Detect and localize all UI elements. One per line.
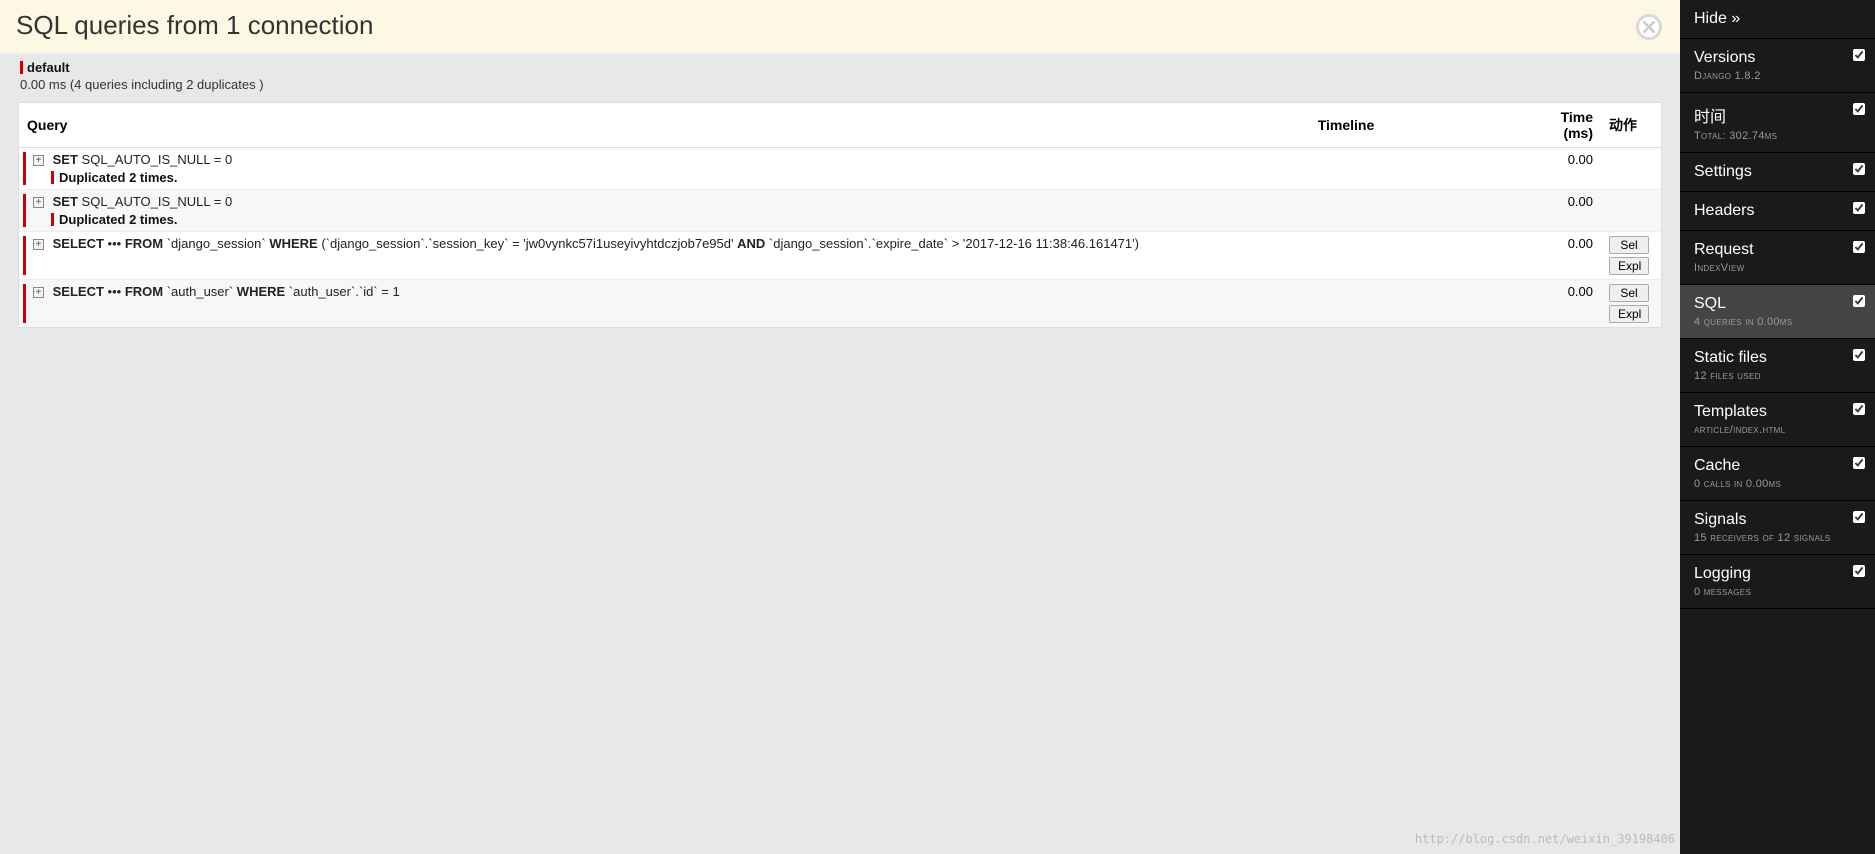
- sidebar-item-subtitle: IndexView: [1694, 262, 1861, 274]
- sidebar-item-subtitle: 4 queries in 0.00ms: [1694, 316, 1861, 328]
- sidebar-item-logging[interactable]: Logging 0 messages: [1680, 555, 1875, 609]
- panel-title: SQL queries from 1 connection: [16, 10, 1664, 41]
- sidebar-item-checkbox[interactable]: [1853, 295, 1865, 307]
- sidebar-item-settings[interactable]: Settings: [1680, 153, 1875, 192]
- sidebar-item-checkbox[interactable]: [1853, 349, 1865, 361]
- close-icon: [1643, 21, 1655, 33]
- duplicated-badge: Duplicated 2 times.: [51, 170, 1153, 185]
- timeline-cell: [1161, 232, 1531, 280]
- sidebar-item-checkbox[interactable]: [1853, 511, 1865, 523]
- debug-toolbar-sidebar: Hide » Versions Django 1.8.2 时间 Total: 302.7…: [1680, 0, 1875, 854]
- connection-summary: 0.00 ms (4 queries including 2 duplicate…: [20, 77, 1660, 92]
- timeline-cell: [1161, 148, 1531, 190]
- sidebar-item-checkbox[interactable]: [1853, 241, 1865, 253]
- sidebar-item-request[interactable]: Request IndexView: [1680, 231, 1875, 285]
- sidebar-item-subtitle: article/index.html: [1694, 424, 1861, 436]
- watermark: http://blog.csdn.net/weixin_39198406: [1415, 832, 1675, 846]
- table-row: + SELECT ••• FROM `auth_user` WHERE `aut…: [19, 280, 1661, 328]
- sql-text: SELECT ••• FROM `auth_user` WHERE `auth_…: [53, 284, 400, 299]
- sidebar-item-title: Request: [1694, 241, 1861, 259]
- status-bar: [23, 194, 26, 227]
- sel-button[interactable]: Sel: [1609, 236, 1649, 254]
- close-button[interactable]: [1636, 14, 1662, 40]
- status-bar: [23, 284, 26, 323]
- sidebar-item-checkbox[interactable]: [1853, 49, 1865, 61]
- sidebar-item-subtitle: Django 1.8.2: [1694, 70, 1861, 82]
- timeline-cell: [1161, 190, 1531, 232]
- sidebar-item-title: Settings: [1694, 163, 1861, 181]
- action-cell: [1601, 190, 1661, 232]
- sidebar-item-checkbox[interactable]: [1853, 403, 1865, 415]
- sidebar-item-headers[interactable]: Headers: [1680, 192, 1875, 231]
- sql-text: SET SQL_AUTO_IS_NULL = 0: [53, 152, 233, 167]
- col-query: Query: [19, 103, 1161, 148]
- table-row: + SELECT ••• FROM `django_session` WHERE…: [19, 232, 1661, 280]
- sidebar-item-sql[interactable]: SQL 4 queries in 0.00ms: [1680, 285, 1875, 339]
- sidebar-item-title: SQL: [1694, 295, 1861, 313]
- sidebar-item-subtitle: 15 receivers of 12 signals: [1694, 532, 1861, 544]
- col-time: Time (ms): [1531, 103, 1601, 148]
- sidebar-item-versions[interactable]: Versions Django 1.8.2: [1680, 39, 1875, 93]
- expl-button[interactable]: Expl: [1609, 305, 1649, 323]
- table-row: + SET SQL_AUTO_IS_NULL = 0 Duplicated 2 …: [19, 190, 1661, 232]
- sel-button[interactable]: Sel: [1609, 284, 1649, 302]
- sidebar-item-templates[interactable]: Templates article/index.html: [1680, 393, 1875, 447]
- expand-icon[interactable]: +: [33, 155, 44, 166]
- sql-table: Query Timeline Time (ms) 动作 + SET SQL_AU…: [18, 102, 1662, 328]
- sidebar-item-title: Headers: [1694, 202, 1861, 220]
- expl-button[interactable]: Expl: [1609, 257, 1649, 275]
- sidebar-item-cache[interactable]: Cache 0 calls in 0.00ms: [1680, 447, 1875, 501]
- time-cell: 0.00: [1531, 190, 1601, 232]
- sidebar-item-hide-[interactable]: Hide »: [1680, 0, 1875, 39]
- sidebar-item-subtitle: 0 calls in 0.00ms: [1694, 478, 1861, 490]
- sidebar-item-title: 时间: [1694, 103, 1861, 127]
- expand-icon[interactable]: +: [33, 239, 44, 250]
- sidebar-item-title: Logging: [1694, 565, 1861, 583]
- time-cell: 0.00: [1531, 148, 1601, 190]
- sidebar-item-title: Signals: [1694, 511, 1861, 529]
- expand-icon[interactable]: +: [33, 287, 44, 298]
- sidebar-item-checkbox[interactable]: [1853, 457, 1865, 469]
- expand-icon[interactable]: +: [33, 197, 44, 208]
- timeline-cell: [1161, 280, 1531, 328]
- sidebar-item-signals[interactable]: Signals 15 receivers of 12 signals: [1680, 501, 1875, 555]
- sidebar-item-checkbox[interactable]: [1853, 565, 1865, 577]
- sidebar-item-title: Templates: [1694, 403, 1861, 421]
- sidebar-item-static-files[interactable]: Static files 12 files used: [1680, 339, 1875, 393]
- duplicated-badge: Duplicated 2 times.: [51, 212, 1153, 227]
- sidebar-item-subtitle: 0 messages: [1694, 586, 1861, 598]
- col-action: 动作: [1601, 103, 1661, 148]
- time-cell: 0.00: [1531, 280, 1601, 328]
- status-bar: [23, 236, 26, 275]
- sidebar-item-subtitle: 12 files used: [1694, 370, 1861, 382]
- time-cell: 0.00: [1531, 232, 1601, 280]
- sidebar-item--[interactable]: 时间 Total: 302.74ms: [1680, 93, 1875, 153]
- sql-text: SELECT ••• FROM `django_session` WHERE (…: [53, 236, 1139, 251]
- sidebar-item-title: Versions: [1694, 49, 1861, 67]
- table-row: + SET SQL_AUTO_IS_NULL = 0 Duplicated 2 …: [19, 148, 1661, 190]
- sidebar-item-subtitle: Total: 302.74ms: [1694, 130, 1861, 142]
- action-cell: [1601, 148, 1661, 190]
- status-bar: [23, 152, 26, 185]
- sidebar-item-title: Static files: [1694, 349, 1861, 367]
- sidebar-item-title: Cache: [1694, 457, 1861, 475]
- connection-name: default: [20, 60, 1660, 75]
- sidebar-item-checkbox[interactable]: [1853, 202, 1865, 214]
- panel-header: SQL queries from 1 connection: [0, 0, 1680, 54]
- col-timeline: Timeline: [1161, 103, 1531, 148]
- sidebar-item-title: Hide »: [1694, 10, 1861, 28]
- sidebar-item-checkbox[interactable]: [1853, 163, 1865, 175]
- sidebar-item-checkbox[interactable]: [1853, 103, 1865, 115]
- sql-text: SET SQL_AUTO_IS_NULL = 0: [53, 194, 233, 209]
- connection-block: default 0.00 ms (4 queries including 2 d…: [0, 54, 1680, 102]
